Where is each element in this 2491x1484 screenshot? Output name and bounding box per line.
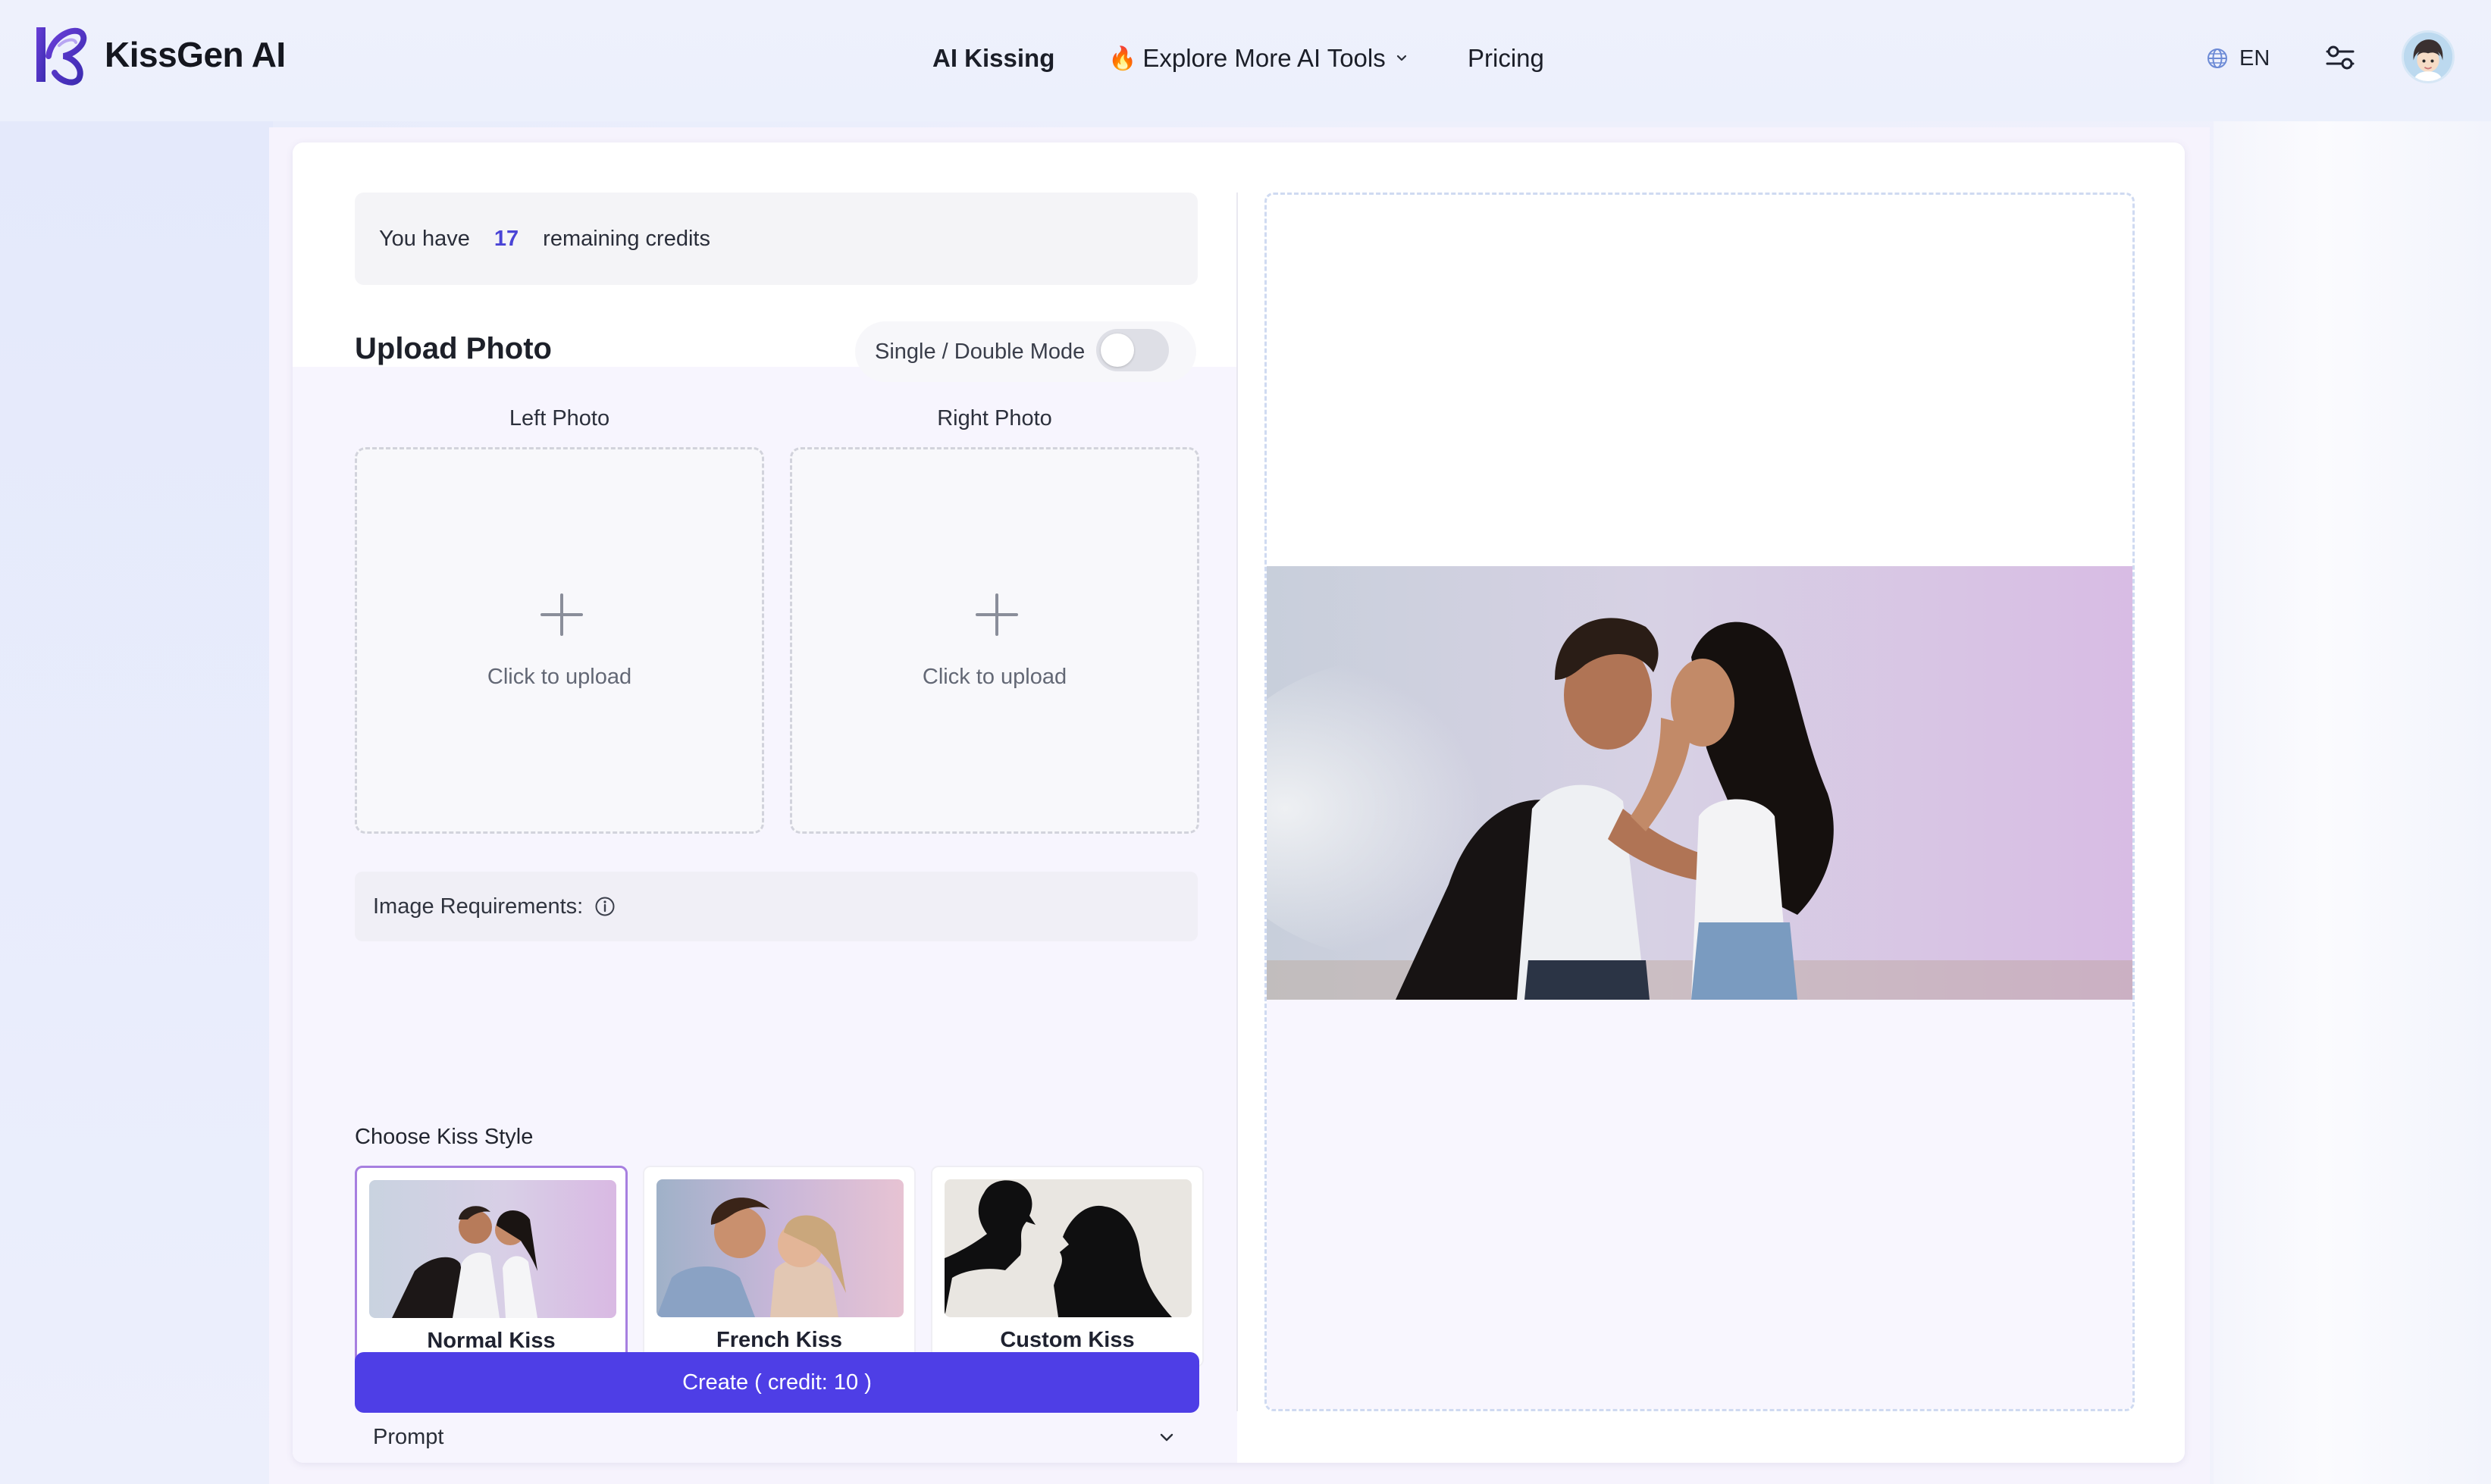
- create-button[interactable]: Create ( credit: 10 ): [355, 1352, 1199, 1413]
- choose-kiss-style-title: Choose Kiss Style: [355, 1125, 534, 1149]
- nav-ai-kissing[interactable]: AI Kissing: [932, 39, 1054, 77]
- top-header: KissGen AI AI Kissing 🔥 Explore More AI …: [0, 0, 2491, 121]
- image-requirements-label: Image Requirements:: [373, 894, 584, 919]
- brand-name: KissGen AI: [105, 35, 286, 74]
- mode-switch-label: Single / Double Mode: [875, 339, 1086, 364]
- kissgen-logo-icon: [36, 27, 87, 86]
- plus-icon: [976, 593, 1018, 636]
- left-upload-text: Click to upload: [487, 665, 632, 689]
- right-photo-upload[interactable]: Click to upload: [790, 447, 1199, 834]
- brand-logo[interactable]: KissGen AI: [29, 23, 286, 86]
- style-option-custom-kiss[interactable]: Custom Kiss: [931, 1166, 1204, 1367]
- style-option-french-kiss[interactable]: French Kiss: [643, 1166, 916, 1367]
- nav-pricing-label: Pricing: [1468, 44, 1544, 72]
- chevron-down-icon: [1396, 55, 1406, 61]
- user-avatar[interactable]: [2402, 30, 2455, 83]
- sample-kiss-image: [1267, 566, 2132, 1000]
- credits-count: 17: [494, 226, 519, 251]
- plus-icon: [540, 593, 583, 636]
- background-left: [0, 121, 273, 1484]
- credits-prefix: You have: [379, 226, 470, 251]
- custom-kiss-label: Custom Kiss: [1000, 1328, 1135, 1352]
- globe-icon: [2207, 49, 2227, 68]
- info-icon[interactable]: [594, 895, 616, 918]
- normal-kiss-label: Normal Kiss: [427, 1329, 556, 1353]
- nav-explore-tools-label: Explore More AI Tools: [1142, 44, 1386, 72]
- credits-suffix: remaining credits: [543, 226, 710, 251]
- normal-kiss-thumbnail: [369, 1180, 616, 1318]
- upload-photo-title: Upload Photo: [355, 332, 552, 365]
- nav-explore-tools[interactable]: 🔥 Explore More AI Tools: [1108, 39, 1408, 77]
- sliders-icon[interactable]: [2323, 39, 2358, 76]
- background-right: [2214, 121, 2491, 1484]
- toggle-knob: [1101, 333, 1134, 367]
- custom-kiss-thumbnail: [945, 1179, 1192, 1317]
- style-option-normal-kiss[interactable]: Normal Kiss: [355, 1166, 628, 1367]
- nav-ai-kissing-label: AI Kissing: [932, 44, 1055, 72]
- image-requirements[interactable]: Image Requirements:: [355, 872, 1198, 941]
- fire-icon: 🔥: [1108, 45, 1137, 71]
- left-photo-label: Left Photo: [509, 406, 610, 430]
- chevron-down-icon: [1160, 1433, 1173, 1442]
- language-selector[interactable]: EN: [2206, 39, 2270, 77]
- right-upload-text: Click to upload: [922, 665, 1067, 689]
- result-preview: [1264, 193, 2135, 1411]
- prompt-label: Prompt: [373, 1424, 444, 1449]
- credits-banner: You have 17 remaining credits: [355, 193, 1198, 285]
- french-kiss-thumbnail: [656, 1179, 904, 1317]
- user-avatar-icon: [2404, 33, 2452, 81]
- french-kiss-label: French Kiss: [716, 1328, 842, 1352]
- column-divider: [1236, 193, 1238, 1411]
- kiss-generator-card: You have 17 remaining credits Upload Pho…: [293, 142, 2185, 1463]
- right-photo-label: Right Photo: [937, 406, 1052, 430]
- left-photo-upload[interactable]: Click to upload: [355, 447, 764, 834]
- language-label: EN: [2239, 45, 2270, 70]
- prompt-expander[interactable]: Prompt: [355, 1407, 1198, 1467]
- nav-pricing[interactable]: Pricing: [1468, 39, 1544, 77]
- single-double-mode-toggle[interactable]: [1096, 329, 1169, 371]
